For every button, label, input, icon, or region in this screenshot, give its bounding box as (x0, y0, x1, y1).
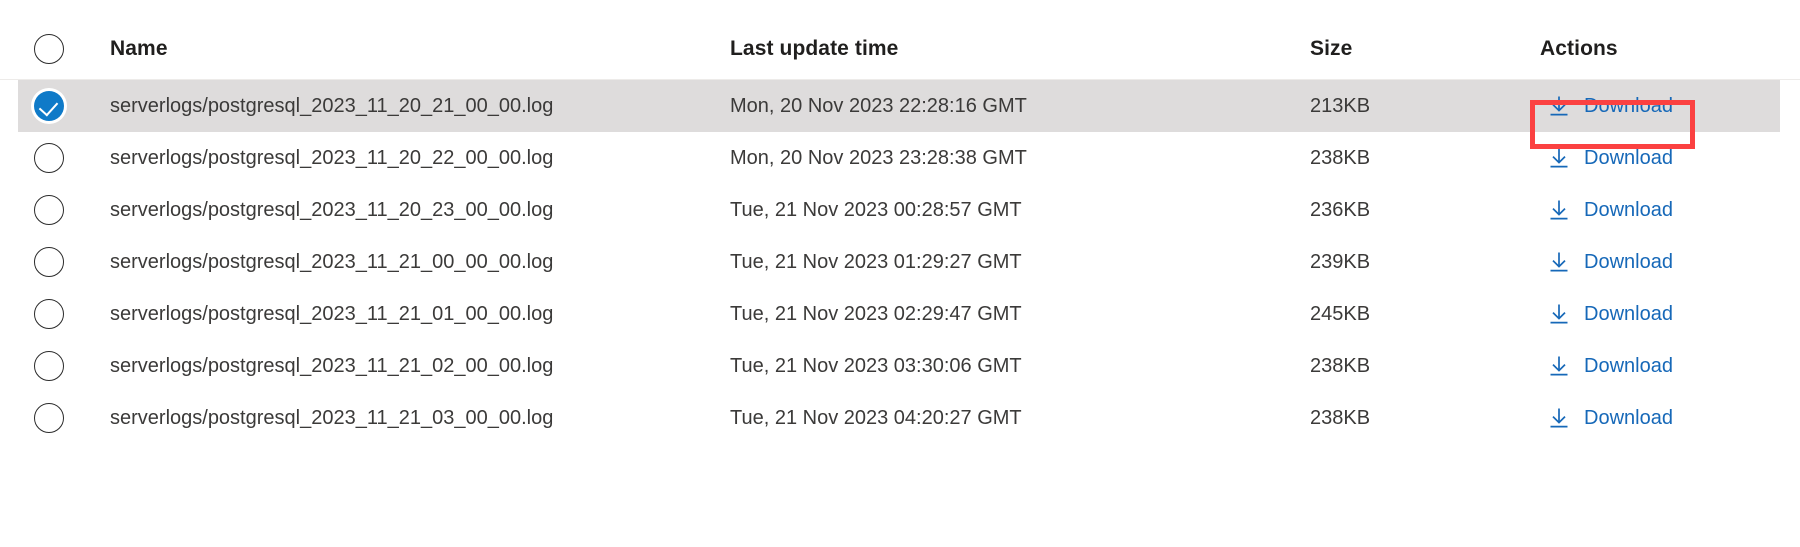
radio-unchecked-icon[interactable] (34, 351, 64, 381)
download-arrow-icon (1548, 355, 1570, 377)
cell-file-name: serverlogs/postgresql_2023_11_21_00_00_0… (110, 250, 554, 273)
cell-actions: Download (1540, 141, 1800, 176)
radio-unchecked-icon[interactable] (34, 403, 64, 433)
row-select-cell[interactable] (18, 351, 110, 381)
download-button[interactable]: Download (1540, 193, 1683, 228)
cell-size: 239KB (1310, 250, 1371, 273)
cell-size: 245KB (1310, 302, 1371, 325)
download-button-label: Download (1584, 406, 1673, 429)
download-arrow-icon (1548, 407, 1570, 429)
cell-last-update-time: Tue, 21 Nov 2023 03:30:06 GMT (730, 354, 1022, 377)
download-arrow-icon (1548, 199, 1570, 221)
radio-unchecked-icon[interactable] (34, 33, 64, 64)
cell-last-update-time: Tue, 21 Nov 2023 00:28:57 GMT (730, 198, 1022, 221)
download-button-label: Download (1584, 302, 1673, 325)
cell-actions: Download (1540, 401, 1800, 436)
radio-unchecked-icon[interactable] (34, 247, 64, 277)
cell-last-update-time: Tue, 21 Nov 2023 04:20:27 GMT (730, 406, 1022, 429)
column-header-size[interactable]: Size (1310, 37, 1540, 61)
table-header-row: Name Last update time Size Actions (0, 18, 1800, 80)
download-button[interactable]: Download (1540, 245, 1683, 280)
column-header-actions: Actions (1540, 36, 1618, 60)
download-arrow-icon (1548, 147, 1570, 169)
download-button[interactable]: Download (1540, 401, 1683, 436)
table-row-2[interactable]: serverlogs/postgresql_2023_11_20_23_00_0… (0, 184, 1800, 236)
cell-file-name: serverlogs/postgresql_2023_11_21_03_00_0… (110, 406, 554, 429)
cell-actions: Download (1540, 297, 1800, 332)
cell-actions: Download (1540, 245, 1800, 280)
download-arrow-icon (1548, 251, 1570, 273)
table-body: serverlogs/postgresql_2023_11_20_21_00_0… (0, 80, 1800, 444)
table-row-1[interactable]: serverlogs/postgresql_2023_11_20_22_00_0… (0, 132, 1800, 184)
cell-file-name: serverlogs/postgresql_2023_11_20_22_00_0… (110, 146, 554, 169)
row-select-cell[interactable] (18, 143, 110, 173)
download-button[interactable]: Download (1540, 349, 1683, 384)
row-select-cell[interactable] (18, 247, 110, 277)
cell-file-name: serverlogs/postgresql_2023_11_21_02_00_0… (110, 354, 554, 377)
row-select-cell[interactable] (18, 91, 110, 121)
cell-size: 213KB (1310, 94, 1371, 117)
cell-last-update-time: Mon, 20 Nov 2023 22:28:16 GMT (730, 94, 1027, 117)
download-arrow-icon (1548, 95, 1570, 117)
radio-unchecked-icon[interactable] (34, 195, 64, 225)
download-button-label: Download (1584, 94, 1673, 117)
check-circle-filled-icon[interactable] (34, 91, 64, 121)
download-arrow-icon (1548, 303, 1570, 325)
radio-unchecked-icon[interactable] (34, 143, 64, 173)
table-row-5[interactable]: serverlogs/postgresql_2023_11_21_02_00_0… (0, 340, 1800, 392)
download-button-label: Download (1584, 146, 1673, 169)
cell-last-update-time: Mon, 20 Nov 2023 23:28:38 GMT (730, 146, 1027, 169)
cell-last-update-time: Tue, 21 Nov 2023 01:29:27 GMT (730, 250, 1022, 273)
download-button[interactable]: Download (1540, 141, 1683, 176)
download-button-label: Download (1584, 198, 1673, 221)
table-row-6[interactable]: serverlogs/postgresql_2023_11_21_03_00_0… (0, 392, 1800, 444)
cell-file-name: serverlogs/postgresql_2023_11_20_21_00_0… (110, 94, 554, 117)
cell-last-update-time: Tue, 21 Nov 2023 02:29:47 GMT (730, 302, 1022, 325)
column-header-last-update-time[interactable]: Last update time (730, 37, 1310, 61)
download-button-label: Download (1584, 354, 1673, 377)
table-row-4[interactable]: serverlogs/postgresql_2023_11_21_01_00_0… (0, 288, 1800, 340)
table-row-0[interactable]: serverlogs/postgresql_2023_11_20_21_00_0… (0, 80, 1800, 132)
row-select-cell[interactable] (18, 195, 110, 225)
download-button[interactable]: Download (1540, 297, 1683, 332)
download-button[interactable]: Download (1540, 89, 1683, 124)
file-list-table: Name Last update time Size Actions serve… (0, 18, 1800, 547)
radio-unchecked-icon[interactable] (34, 299, 64, 329)
cell-size: 238KB (1310, 406, 1371, 429)
cell-file-name: serverlogs/postgresql_2023_11_20_23_00_0… (110, 198, 554, 221)
row-select-cell[interactable] (18, 299, 110, 329)
row-select-cell[interactable] (18, 403, 110, 433)
download-button-label: Download (1584, 250, 1673, 273)
cell-actions: Download (1540, 349, 1800, 384)
table-row-3[interactable]: serverlogs/postgresql_2023_11_21_00_00_0… (0, 236, 1800, 288)
cell-size: 238KB (1310, 146, 1371, 169)
cell-size: 238KB (1310, 354, 1371, 377)
cell-file-name: serverlogs/postgresql_2023_11_21_01_00_0… (110, 302, 554, 325)
column-header-name[interactable]: Name (110, 37, 730, 61)
select-all-cell[interactable] (18, 33, 110, 64)
cell-actions: Download (1540, 193, 1800, 228)
cell-size: 236KB (1310, 198, 1371, 221)
cell-actions: Download (1540, 89, 1800, 124)
